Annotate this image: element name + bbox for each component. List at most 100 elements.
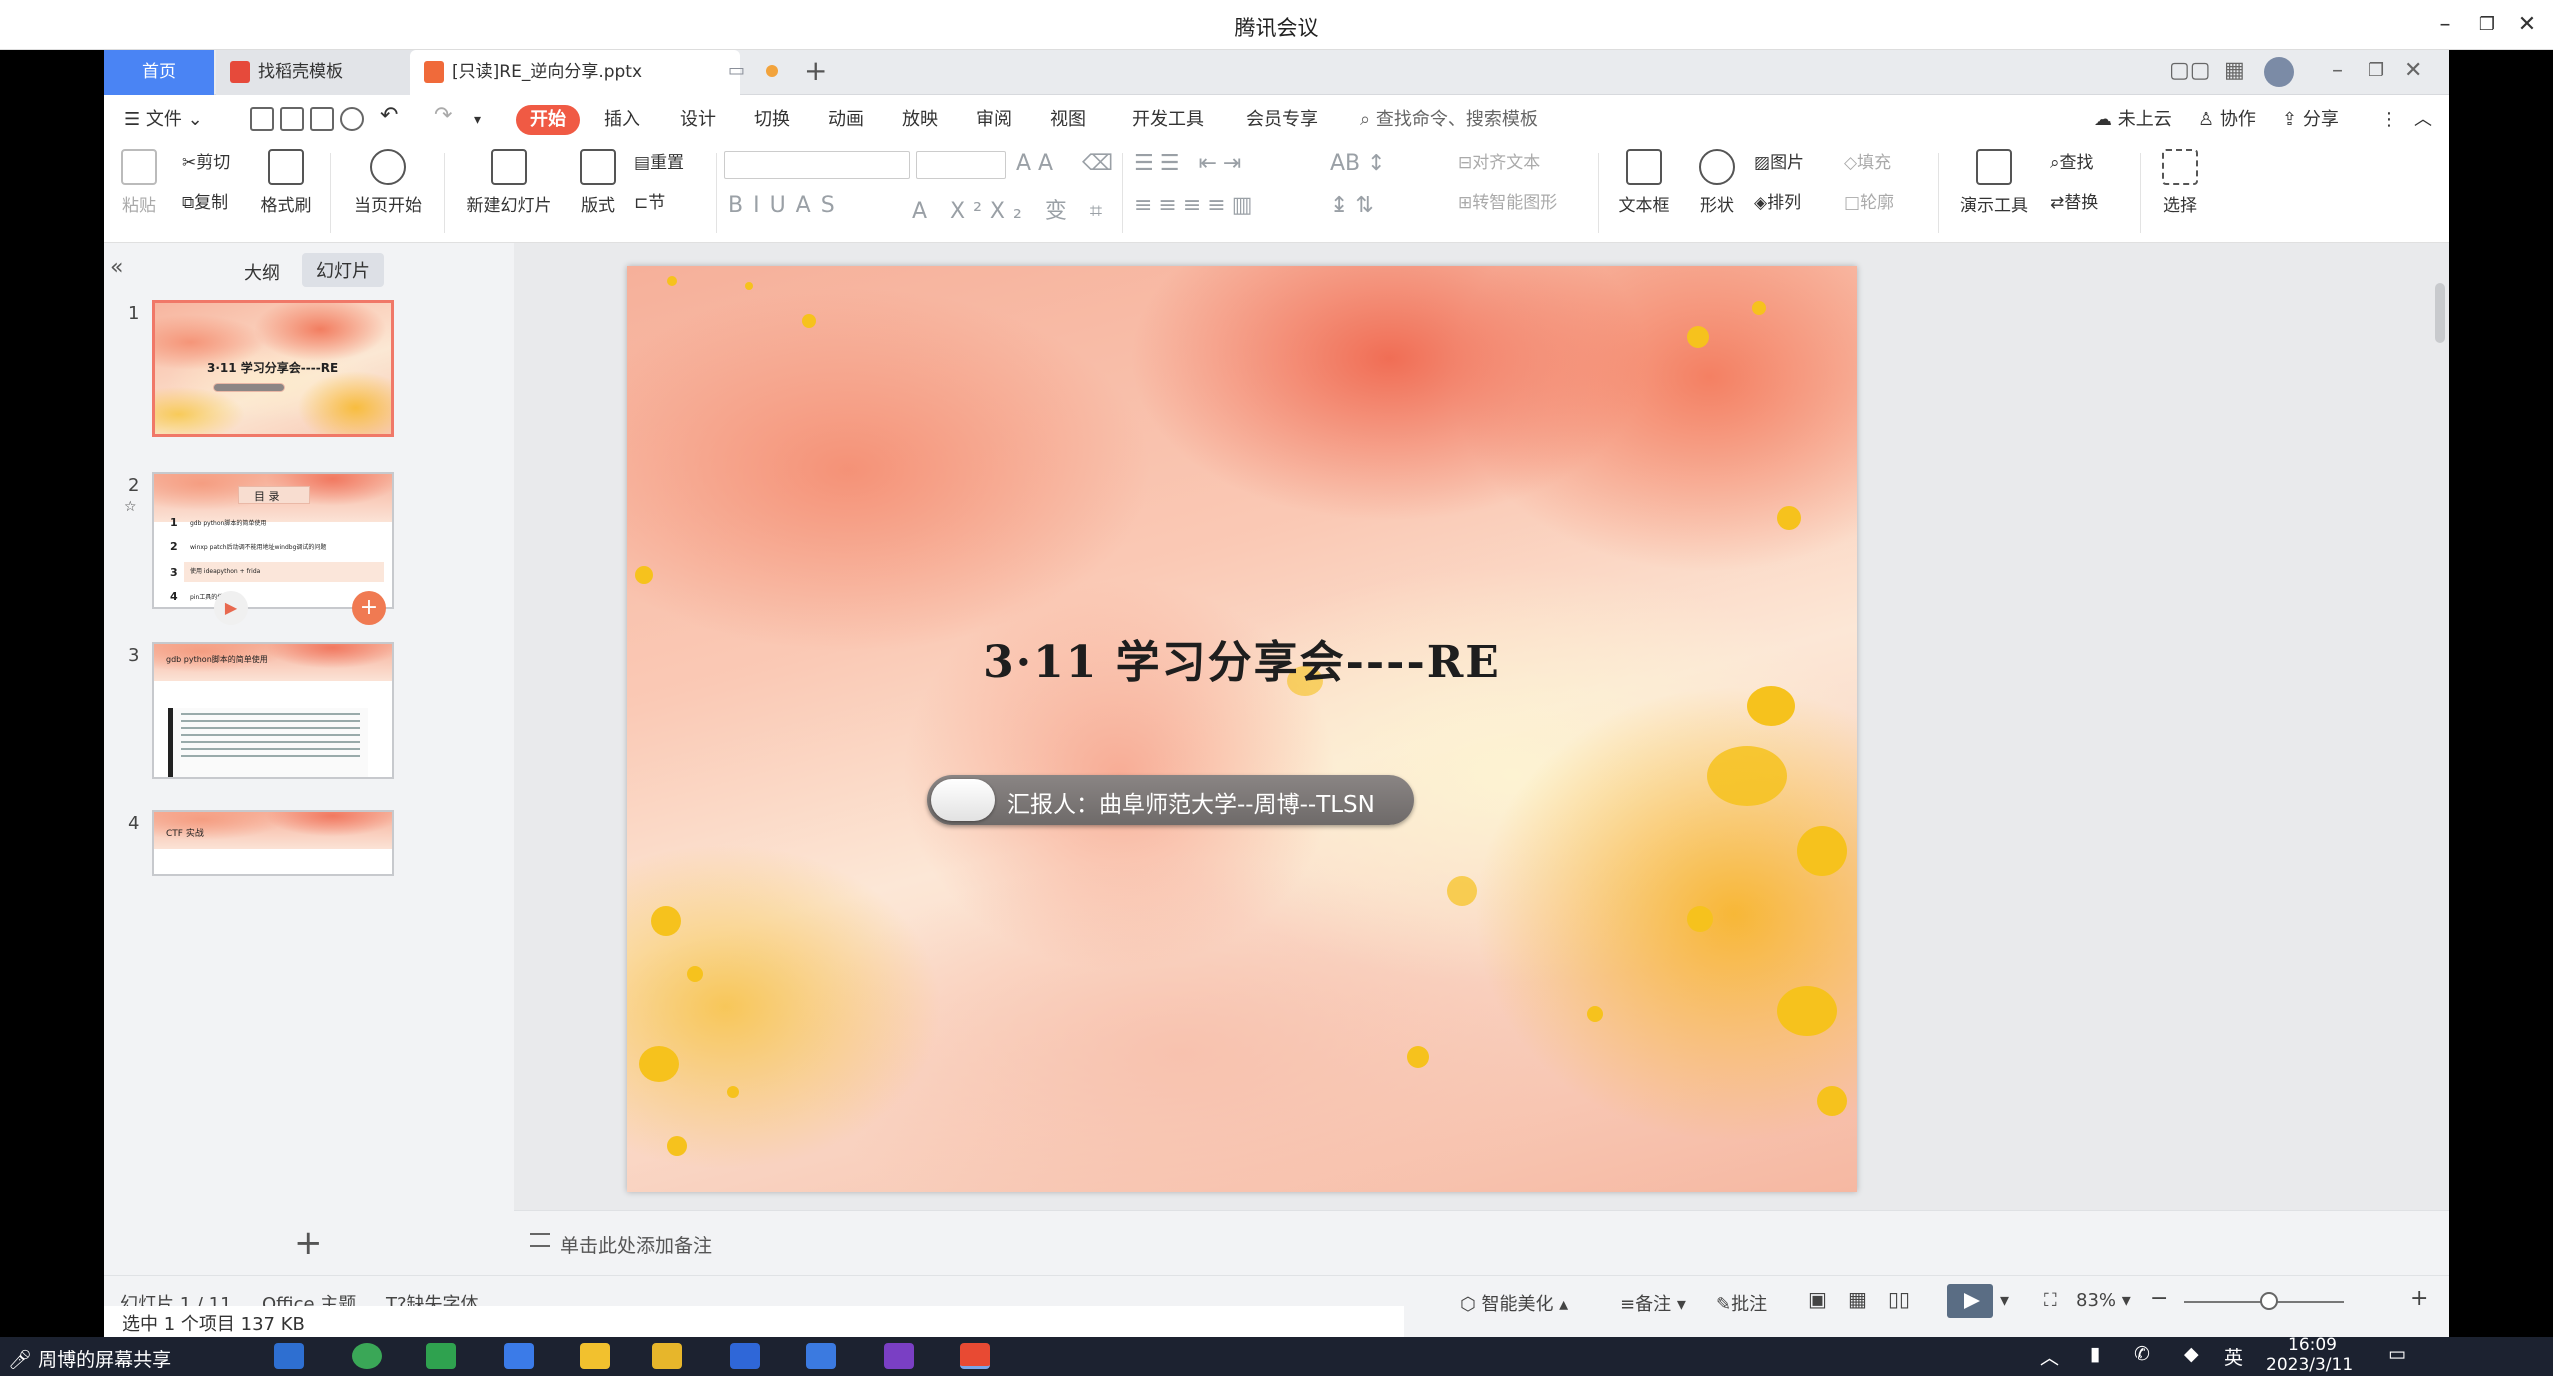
slide-thumbnail-2[interactable]: 目 录 1 gdb python脚本的简单使用 2 winxp patch后动调…: [152, 472, 394, 609]
taskbar-app-player[interactable]: [652, 1343, 682, 1369]
tray-mic-icon[interactable]: ▮: [2090, 1343, 2100, 1365]
grid-apps-icon[interactable]: ▦: [2224, 58, 2245, 83]
cut-button[interactable]: ✂剪切: [182, 151, 230, 175]
tab-transition[interactable]: 切换: [754, 105, 790, 135]
new-slide-button[interactable]: 新建幻灯片: [454, 149, 564, 216]
layout-switch-icon[interactable]: ▢▢: [2169, 58, 2211, 83]
taskbar-app-meeting[interactable]: [504, 1343, 534, 1369]
tab-member[interactable]: 会员专享: [1246, 105, 1318, 135]
cloud-status[interactable]: ☁ 未上云: [2094, 105, 2172, 135]
pin-icon[interactable]: ▭: [728, 60, 745, 81]
slideshow-play-button[interactable]: [1947, 1284, 1993, 1318]
slide-thumbnail-3[interactable]: gdb python脚本的简单使用: [152, 642, 394, 779]
tab-home[interactable]: 首页: [104, 50, 214, 95]
font-family-select[interactable]: [724, 151, 910, 179]
taskbar-app-qq[interactable]: [730, 1343, 760, 1369]
find-button[interactable]: ⌕查找: [2050, 151, 2094, 175]
slide-thumbnail-1[interactable]: 3·11 学习分享会----RE: [152, 300, 394, 437]
align-text-button[interactable]: ⊟对齐文本: [1458, 151, 1540, 175]
zoom-out-button[interactable]: −: [2150, 1286, 2168, 1311]
paste-button[interactable]: 粘贴: [118, 149, 160, 216]
replace-button[interactable]: ⇄替换: [2050, 191, 2098, 215]
vertical-scrollbar[interactable]: [2435, 283, 2445, 343]
presenter-banner[interactable]: 汇报人：曲阜师范大学--周博--TLSN: [927, 775, 1414, 825]
command-search[interactable]: ⌕ 查找命令、搜索模板: [1360, 105, 1538, 135]
tab-document[interactable]: [只读]RE_逆向分享.pptx: [410, 50, 740, 95]
tab-slideshow[interactable]: 放映: [902, 105, 938, 135]
taskbar-app-vs[interactable]: [884, 1343, 914, 1369]
slide-1[interactable]: 3·11 学习分享会----RE 汇报人：曲阜师范大学--周博--TLSN: [627, 266, 1857, 1192]
taskbar-app-wechat-work[interactable]: [426, 1343, 456, 1369]
tab-design[interactable]: 设计: [680, 105, 716, 135]
tab-view[interactable]: 视图: [1050, 105, 1086, 135]
tab-developer[interactable]: 开发工具: [1132, 105, 1204, 135]
taskbar-app-tool[interactable]: [806, 1343, 836, 1369]
export-pdf-icon[interactable]: [280, 107, 304, 131]
tray-wechat-icon[interactable]: ✆: [2134, 1343, 2150, 1365]
print-preview-icon[interactable]: [340, 107, 364, 131]
copy-button[interactable]: ⧉复制: [182, 191, 228, 215]
add-slide-fab[interactable]: +: [352, 591, 386, 625]
textbox-button[interactable]: 文本框: [1608, 149, 1680, 216]
collapse-ribbon-icon[interactable]: ︿: [2414, 105, 2432, 135]
tray-expand-icon[interactable]: ︿: [2040, 1343, 2059, 1370]
list-icons[interactable]: ☰☰ ⇤⇥: [1134, 151, 1247, 176]
fill-button[interactable]: ◇填充: [1844, 151, 1891, 175]
tab-slides[interactable]: 幻灯片: [302, 253, 384, 287]
format-painter-button[interactable]: 格式刷: [256, 149, 316, 216]
tab-start[interactable]: 开始: [516, 105, 580, 135]
tab-animation[interactable]: 动画: [828, 105, 864, 135]
collapse-pane-icon[interactable]: «: [110, 255, 123, 280]
taskbar-app-notes[interactable]: [580, 1343, 610, 1369]
fit-window-icon[interactable]: ⛶: [2044, 1290, 2057, 1311]
collab-button[interactable]: ♙ 协作: [2198, 105, 2256, 135]
outline-button[interactable]: □轮廓: [1844, 191, 1894, 215]
share-button[interactable]: ⇪ 分享: [2282, 105, 2339, 135]
text-direction-icon[interactable]: AB ↕: [1330, 151, 1386, 176]
font-color-icons[interactable]: A X²X₂ 变 ⌗: [912, 193, 1110, 225]
align-icons[interactable]: ≡≡≡≡▥: [1134, 193, 1259, 218]
zoom-slider-thumb[interactable]: [2260, 1292, 2278, 1310]
notification-icon[interactable]: ▭: [2388, 1343, 2406, 1365]
wps-close-icon[interactable]: ✕: [2404, 58, 2422, 83]
notes-toggle-button[interactable]: ≡备注 ▾: [1620, 1290, 1686, 1316]
tab-outline[interactable]: 大纲: [244, 259, 280, 285]
tab-insert[interactable]: 插入: [604, 105, 640, 135]
file-menu[interactable]: ☰ 文件 ⌄: [124, 105, 203, 135]
line-spacing-icon[interactable]: ↨ ⇅: [1330, 193, 1374, 218]
zoom-in-button[interactable]: +: [2410, 1286, 2428, 1311]
beautify-button[interactable]: ⬡ 智能美化 ▴: [1460, 1290, 1568, 1316]
play-slide-icon[interactable]: ▶: [214, 591, 248, 625]
section-button[interactable]: ⊏节: [634, 191, 665, 215]
from-current-button[interactable]: 当页开始: [342, 149, 434, 216]
normal-view-icon[interactable]: ▣: [1808, 1287, 1827, 1311]
slide-thumbnail-4[interactable]: CTF 实战: [152, 810, 394, 876]
shape-button[interactable]: 形状: [1688, 149, 1746, 216]
layout-button[interactable]: 版式: [570, 149, 626, 216]
reading-view-icon[interactable]: ▯▯: [1888, 1287, 1910, 1311]
taskbar-app-chrome[interactable]: [352, 1343, 382, 1369]
add-slide-button[interactable]: +: [294, 1223, 323, 1263]
taskbar-app-wps[interactable]: [960, 1343, 990, 1369]
slide-title[interactable]: 3·11 学习分享会----RE: [627, 626, 1857, 690]
taskbar-app-explorer[interactable]: [274, 1343, 304, 1369]
tab-review[interactable]: 审阅: [976, 105, 1012, 135]
present-tools-button[interactable]: 演示工具: [1946, 149, 2042, 216]
select-button[interactable]: 选择: [2150, 149, 2210, 216]
picture-button[interactable]: ▨图片: [1754, 151, 1804, 175]
font-style-icons[interactable]: BIUAS: [728, 193, 845, 218]
new-tab-button[interactable]: +: [804, 54, 827, 87]
font-increase-icon[interactable]: A A: [1016, 151, 1053, 176]
smart-graphic-button[interactable]: ⊞转智能图形: [1458, 191, 1557, 215]
restore-icon[interactable]: ❐: [2472, 10, 2502, 40]
zoom-level[interactable]: 83% ▾: [2076, 1290, 2131, 1311]
redo-icon[interactable]: ↷: [434, 101, 452, 131]
print-icon[interactable]: [310, 107, 334, 131]
tray-app-icon[interactable]: ◆: [2184, 1343, 2199, 1365]
arrange-button[interactable]: ◈排列: [1754, 191, 1801, 215]
play-options-icon[interactable]: ▾: [2000, 1290, 2009, 1311]
undo-icon[interactable]: ↶: [380, 101, 398, 131]
wps-restore-icon[interactable]: ❐: [2368, 60, 2384, 81]
clear-format-icon[interactable]: ⌫: [1082, 151, 1113, 176]
comment-button[interactable]: ✎批注: [1716, 1290, 1767, 1316]
